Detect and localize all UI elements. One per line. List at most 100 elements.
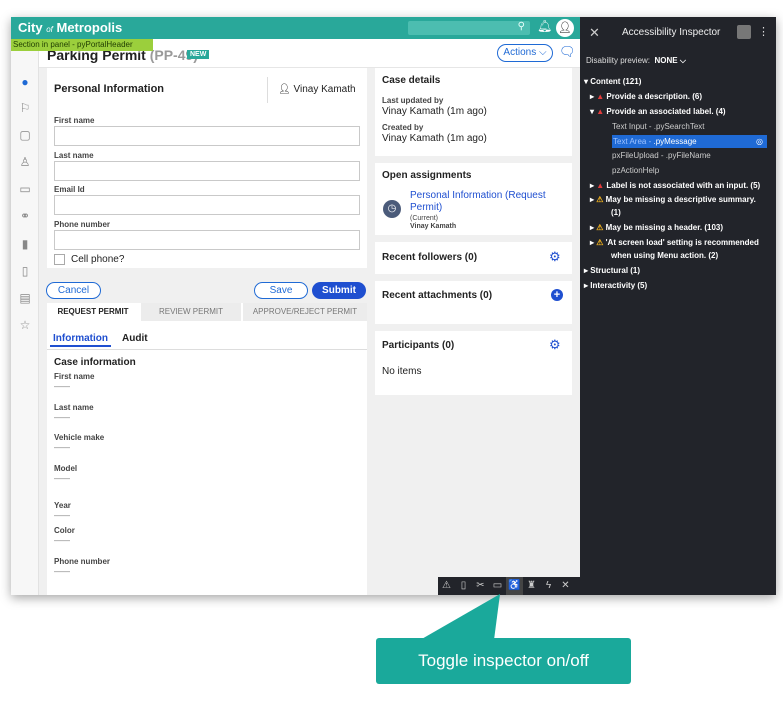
field-label: First name	[54, 116, 95, 125]
actions-button[interactable]: Actions ⌵	[497, 44, 553, 62]
add-attachment-icon[interactable]: +	[551, 289, 563, 301]
info-label: Vehicle make	[54, 433, 105, 442]
assignment-link[interactable]: Personal Information (Request Permit)	[410, 190, 560, 214]
created-value: Vinay Kamath (1m ago)	[382, 133, 487, 144]
form-heading: Personal Information	[54, 83, 165, 95]
close-icon[interactable]: ✕	[557, 577, 574, 595]
tab-information[interactable]: Information	[50, 333, 111, 347]
accessibility-icon[interactable]: ♿	[506, 577, 523, 595]
stage-request-permit[interactable]: REQUEST PERMIT	[47, 303, 139, 321]
case-details-heading: Case details	[382, 75, 441, 86]
case-info-heading: Case information	[54, 357, 136, 368]
stage-approve-reject[interactable]: APPROVE/REJECT PERMIT	[243, 303, 367, 321]
home-icon[interactable]: ●	[17, 75, 33, 89]
search-icon: ⚲	[517, 21, 525, 32]
broom-icon[interactable]: ♜	[523, 577, 540, 595]
tree-item[interactable]: ▸ ⚠ May be missing a header. (103)	[590, 223, 723, 232]
gear-icon[interactable]: ⚙	[549, 337, 561, 353]
info-value: ——	[54, 474, 70, 483]
attachments-heading: Recent attachments (0)	[382, 290, 493, 301]
user-avatar[interactable]: 👤︎	[556, 19, 574, 37]
document-icon[interactable]: ▤	[17, 291, 33, 305]
tree-item[interactable]: ▸ ▲ Label is not associated with an inpu…	[590, 181, 760, 190]
gear-icon[interactable]: ⚙	[549, 249, 561, 265]
followers-heading: Recent followers (0)	[382, 252, 478, 263]
followers-panel: Recent followers (0) ⚙	[375, 242, 572, 274]
flag-icon[interactable]: ⚐	[17, 101, 33, 115]
info-value: ——	[54, 536, 70, 545]
tree-item[interactable]: pzActionHelp	[612, 166, 659, 175]
info-value: ——	[54, 382, 70, 391]
first-name-input[interactable]	[54, 126, 360, 146]
dock-icon[interactable]	[737, 25, 751, 39]
info-value: ——	[54, 511, 70, 520]
field-label: Last name	[54, 151, 94, 160]
scissors-icon[interactable]: ✂	[472, 577, 489, 595]
team-icon[interactable]: ⚭	[17, 209, 33, 223]
top-bar: City of Metropolis ⚲ 🔔︎ 👤︎	[11, 17, 580, 39]
inspector-toolbar: ⚠ ▯ ✂ ▭ ♿ ♜ ϟ ✕	[438, 577, 580, 595]
form-actions: Cancel Save Submit	[39, 279, 367, 303]
tree-item[interactable]: ▸ ⚠ 'At screen load' setting is recommen…	[590, 238, 759, 247]
tree-item[interactable]: ▸ ⚠ May be missing a descriptive summary…	[590, 195, 756, 204]
info-label: Color	[54, 526, 75, 535]
chat-icon[interactable]: 🗨︎	[559, 44, 576, 60]
close-icon[interactable]: ✕	[589, 25, 600, 41]
last-name-input[interactable]	[54, 161, 360, 181]
warning-icon: ⚠	[596, 195, 604, 204]
tree-item-selected[interactable]: Text Area - .pyMessage ◎	[612, 135, 767, 148]
tree-item[interactable]: ▾ Content (121)	[584, 77, 641, 86]
error-icon: ▲	[596, 107, 605, 116]
cell-phone-checkbox[interactable]	[54, 254, 65, 265]
callout-toggle-inspector: Toggle inspector on/off	[376, 638, 631, 684]
case-info-panel: Information Audit Case information First…	[47, 323, 367, 595]
error-icon: ▲	[596, 92, 605, 101]
message-icon[interactable]: ▭	[17, 182, 33, 196]
comments-icon[interactable]: ▢	[17, 128, 33, 142]
error-icon: ▲	[596, 181, 605, 190]
section-debug-tag: Section in panel - pyPortalHeader	[11, 39, 153, 51]
cancel-button[interactable]: Cancel	[46, 282, 101, 299]
email-input[interactable]	[54, 195, 360, 215]
warning-icon: ⚠	[596, 238, 604, 247]
warning-icon: ⚠	[596, 223, 604, 232]
people-icon[interactable]: ♙	[17, 155, 33, 169]
participants-heading: Participants (0)	[382, 340, 455, 351]
star-icon[interactable]: ☆	[17, 318, 33, 332]
tree-item-cont: when using Menu action. (2)	[611, 251, 719, 260]
search-input[interactable]: ⚲	[408, 21, 530, 35]
clipboard-icon[interactable]: ▯	[455, 577, 472, 595]
info-label: Last name	[54, 403, 94, 412]
participants-empty: No items	[382, 366, 422, 377]
tree-item[interactable]: pxFileUpload - .pyFileName	[612, 151, 711, 160]
tree-item[interactable]: ▸ Structural (1)	[584, 266, 640, 275]
phone-input[interactable]	[54, 230, 360, 250]
comment-icon[interactable]: ▭	[489, 577, 506, 595]
app-screenshot: City of Metropolis ⚲ 🔔︎ 👤︎ Parking Permi…	[11, 17, 776, 595]
disability-preview[interactable]: Disability preview: NONE ⌵	[586, 56, 686, 66]
info-value: ——	[54, 413, 70, 422]
warning-icon[interactable]: ⚠	[438, 577, 455, 595]
tree-item[interactable]: Text Input - .pySearchText	[612, 122, 705, 131]
info-label: Year	[54, 501, 71, 510]
lightning-icon[interactable]: ϟ	[540, 577, 557, 595]
notification-bell-icon[interactable]: 🔔︎	[537, 19, 552, 33]
save-button[interactable]: Save	[254, 282, 308, 299]
left-nav: ● ⚐ ▢ ♙ ▭ ⚭ ▮ ▯ ▤ ☆	[11, 51, 39, 595]
tree-item[interactable]: ▾ ▲ Provide an associated label. (4)	[590, 107, 726, 116]
stage-review-permit[interactable]: REVIEW PERMIT	[141, 303, 241, 321]
more-icon[interactable]: ⋮	[758, 25, 769, 38]
clipboard-icon[interactable]: ▯	[17, 264, 33, 278]
tab-audit[interactable]: Audit	[122, 333, 148, 344]
assignments-heading: Open assignments	[382, 170, 472, 181]
reports-icon[interactable]: ▮	[17, 237, 33, 251]
submit-button[interactable]: Submit	[312, 282, 366, 299]
assignee-avatar-icon: 👤︎	[278, 84, 291, 95]
field-label: Phone number	[54, 220, 111, 229]
inspector-title: Accessibility Inspector	[622, 27, 721, 38]
tree-item[interactable]: ▸ ▲ Provide a description. (6)	[590, 92, 702, 101]
tree-item[interactable]: ▸ Interactivity (5)	[584, 281, 647, 290]
brand-logo[interactable]: City of Metropolis	[18, 20, 122, 35]
updated-value: Vinay Kamath (1m ago)	[382, 106, 487, 117]
tree-item-cont: (1)	[611, 208, 621, 217]
